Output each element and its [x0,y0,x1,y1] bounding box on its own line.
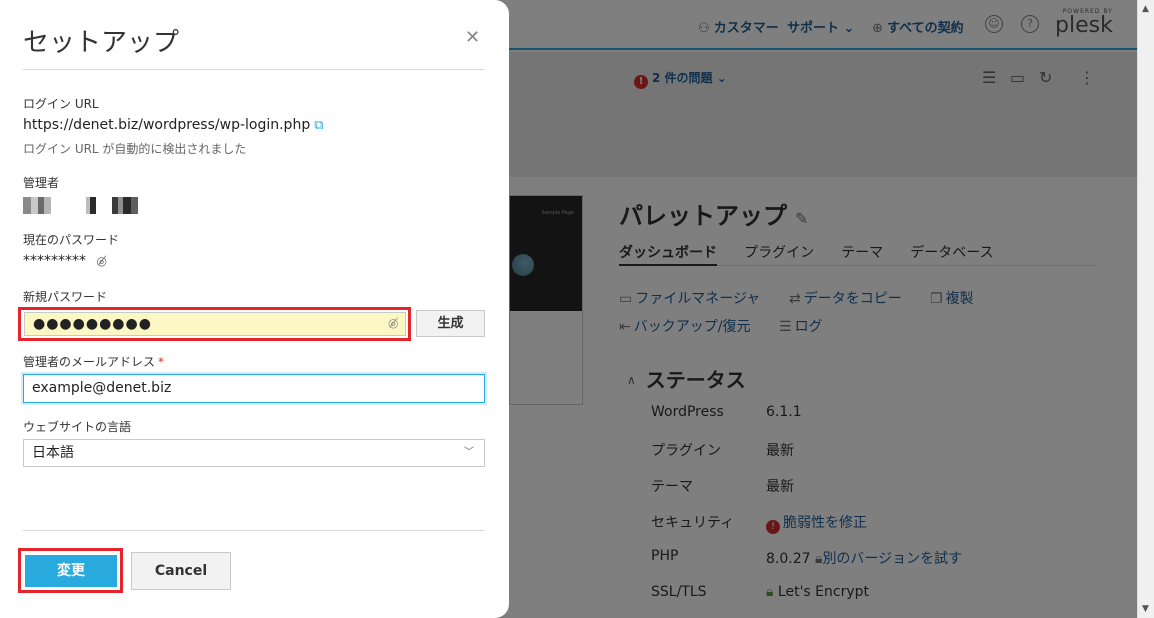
login-url-hint: ログイン URL が自動的に検出されました [23,142,247,156]
external-link-icon[interactable]: ⧉ [314,118,323,133]
scroll-up-icon[interactable]: ▲ [1142,4,1149,14]
generate-password-button[interactable]: 生成 [416,310,485,337]
title-divider [23,69,485,70]
login-url-value: https://denet.biz/wordpress/wp-login.php… [23,117,324,133]
eye-slash-icon[interactable]: ◎̸ [96,254,106,268]
login-url-label: ログイン URL [23,97,99,111]
cancel-button[interactable]: Cancel [131,552,231,590]
language-label: ウェブサイトの言語 [23,420,132,434]
close-icon[interactable]: ✕ [465,27,480,48]
current-password-value: ********* ◎̸ [23,253,107,269]
admin-label: 管理者 [23,176,60,190]
email-field[interactable]: example@denet.biz [23,374,485,403]
chevron-down-icon: ﹀ [464,447,474,458]
required-mark: * [158,355,165,369]
footer-divider [23,530,485,531]
eye-slash-icon[interactable]: ◎̸ [388,316,398,330]
new-password-label: 新規パスワード [23,290,108,304]
submit-button[interactable]: 変更 [25,555,117,587]
language-select[interactable]: 日本語 ﹀ [23,439,485,467]
setup-dialog: セットアップ ✕ ログイン URL https://denet.biz/word… [0,0,509,618]
email-label: 管理者のメールアドレス * [23,355,165,369]
current-password-label: 現在のパスワード [23,233,120,247]
dialog-title: セットアップ [23,28,180,58]
new-password-input[interactable]: ●●●●●●●●● [24,312,406,336]
scroll-down-icon[interactable]: ▼ [1142,604,1149,614]
page-scrollbar[interactable]: ▲ ▼ [1137,0,1154,618]
